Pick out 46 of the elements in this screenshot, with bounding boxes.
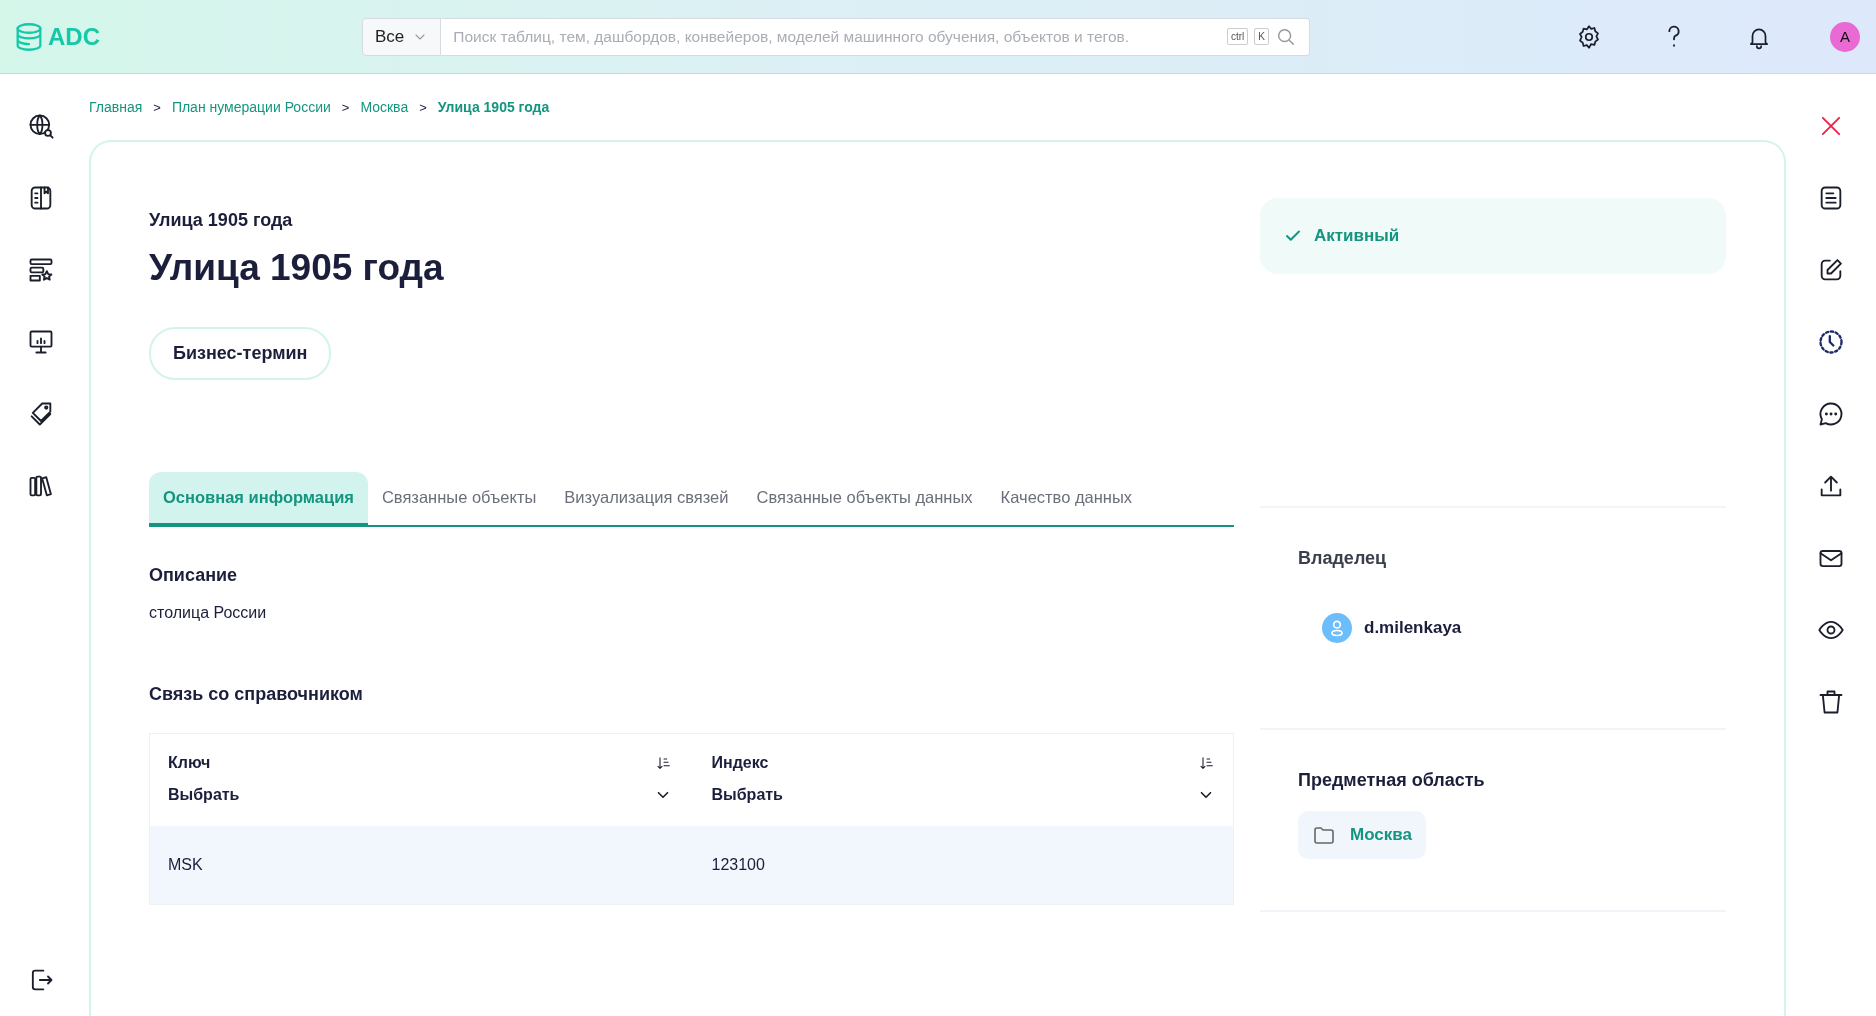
shortcut-key: K: [1254, 28, 1269, 45]
search-field[interactable]: Поиск таблиц, тем, дашбордов, конвейеров, моделей машинного обучения, объектов и тегов. ctrl K: [441, 17, 1310, 56]
owner-name[interactable]: d.milenkaya: [1364, 618, 1462, 638]
logo-text: ADC: [48, 22, 100, 51]
section-heading: Связь со справочником: [149, 684, 364, 705]
description-text: столица России: [149, 604, 268, 622]
tab[interactable]: Связанные объекты данных: [742, 472, 987, 527]
breadcrumb-separator: >: [153, 99, 161, 115]
column-filter[interactable]: Выбрать: [711, 786, 783, 804]
tab[interactable]: Визуализация связей: [550, 472, 743, 527]
column-header: Ключ: [168, 754, 211, 772]
entity-subtitle: Улица 1905 года: [149, 210, 294, 231]
chat-icon[interactable]: [1817, 400, 1845, 428]
globe-search-icon[interactable]: [27, 112, 55, 140]
history-icon[interactable]: [1817, 328, 1845, 356]
breadcrumb-link[interactable]: Главная: [89, 99, 143, 115]
tab[interactable]: Связанные объекты: [367, 472, 551, 527]
domain-chip[interactable]: Москва: [1298, 811, 1426, 859]
tab[interactable]: Качество данных: [986, 472, 1147, 527]
breadcrumb-separator: >: [341, 99, 350, 115]
settings-icon[interactable]: [1576, 23, 1602, 50]
tab[interactable]: Основная информация: [149, 472, 368, 527]
type-chip: Бизнес-термин: [149, 327, 332, 380]
breadcrumb-link[interactable]: Улица 1905 года: [437, 99, 550, 115]
column-filter[interactable]: Выбрать: [168, 786, 240, 804]
sort-icon[interactable]: [1199, 755, 1215, 771]
monitor-chart-icon[interactable]: [27, 328, 55, 356]
breadcrumb-link[interactable]: Москва: [360, 99, 409, 115]
server-star-icon[interactable]: [27, 256, 55, 284]
status-text: Активный: [1314, 226, 1400, 246]
shortcut-key: ctrl: [1227, 28, 1249, 45]
scope-dropdown[interactable]: Все: [362, 17, 442, 56]
table-cell-text: 123100: [711, 856, 766, 874]
table-cell-text: MSK: [168, 856, 204, 874]
search-input[interactable]: Поиск таблиц, тем, дашбордов, конвейеров, моделей машинного обучения, объектов и тегов.: [441, 27, 1227, 46]
trash-icon[interactable]: [1817, 688, 1845, 716]
breadcrumb-separator: >: [419, 99, 427, 115]
breadcrumb-link[interactable]: План нумерации России: [171, 99, 331, 115]
user-avatar-icon: [1322, 613, 1352, 643]
user-avatar[interactable]: A: [1830, 21, 1860, 52]
entity-title: Улица 1905 года: [149, 247, 445, 289]
section-heading: Описание: [149, 565, 239, 586]
sort-icon[interactable]: [655, 755, 672, 771]
column-header: Индекс: [711, 754, 769, 772]
section-heading: Предметная область: [1298, 770, 1486, 791]
section-heading: Владелец: [1298, 548, 1388, 569]
